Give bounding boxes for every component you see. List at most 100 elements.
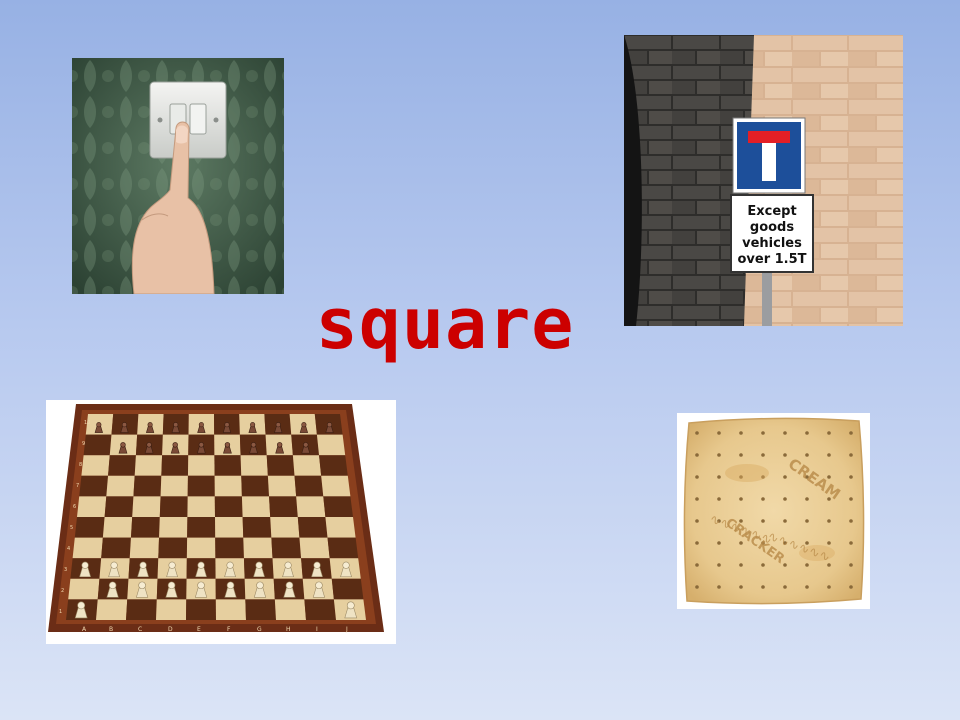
cracker-hole xyxy=(739,497,743,501)
file-label: G xyxy=(257,626,262,633)
cream-cracker-photo: CREAM ∿∿∿∿∿∿ ∿∿∿∿∿∿ CRACKER xyxy=(677,413,870,609)
chessboard-square xyxy=(267,475,297,497)
cracker-hole xyxy=(827,453,831,457)
cracker-hole xyxy=(695,563,699,567)
cracker-hole xyxy=(849,563,853,567)
cracker-hole xyxy=(827,563,831,567)
chessboard-square xyxy=(104,496,134,517)
cracker-hole xyxy=(739,585,743,589)
cracker-hole xyxy=(783,431,787,435)
sign-line-4: over 1.5T xyxy=(737,252,806,267)
chessboard-square xyxy=(214,496,243,517)
cracker-hole xyxy=(717,497,721,501)
chessboard-square xyxy=(106,475,135,497)
sign-line-1: Except xyxy=(747,204,796,219)
chessboard-square xyxy=(187,475,215,497)
chessboard-square xyxy=(321,475,351,497)
cracker-hole xyxy=(783,453,787,457)
cracker-hole xyxy=(849,497,853,501)
cracker-hole xyxy=(761,585,765,589)
cracker-hole xyxy=(783,585,787,589)
chessboard-square xyxy=(186,537,216,559)
cracker-hole xyxy=(739,563,743,567)
cracker-hole xyxy=(827,431,831,435)
cracker-hole xyxy=(761,563,765,567)
cracker-hole xyxy=(805,497,809,501)
chessboard-square xyxy=(81,455,110,476)
rank-label: 8 xyxy=(79,462,82,468)
chessboard-square xyxy=(331,578,364,600)
cracker-hole xyxy=(849,475,853,479)
cracker-hole xyxy=(849,519,853,523)
cracker-hole xyxy=(695,475,699,479)
slide-title: square xyxy=(315,283,575,365)
chessboard-square xyxy=(132,496,161,517)
chessboard-square xyxy=(187,455,215,476)
cracker-hole xyxy=(849,541,853,545)
chessboard-square xyxy=(297,517,328,538)
cracker-hole xyxy=(783,497,787,501)
chessboard-square xyxy=(242,517,272,538)
chessboard-photo: A B C D E F G H I J 10 9 8 7 6 5 4 3 2 1 xyxy=(46,400,396,644)
rank-label: 1 xyxy=(59,609,62,615)
chessboard-square xyxy=(316,434,346,456)
cracker-hole xyxy=(827,541,831,545)
chessboard-square xyxy=(269,496,298,517)
cracker-hole xyxy=(783,519,787,523)
chessboard-square xyxy=(215,517,244,538)
chessboard-square xyxy=(274,599,306,620)
chessboard-square xyxy=(102,517,133,538)
chessboard-square xyxy=(68,578,100,600)
chessboard-square xyxy=(83,434,112,456)
cracker-hole xyxy=(805,453,809,457)
chessboard-square xyxy=(323,496,353,517)
cracker-hole xyxy=(717,563,721,567)
cracker-hole xyxy=(761,453,765,457)
light-switch-photo xyxy=(72,58,284,294)
rank-label: 10 xyxy=(84,420,90,426)
chessboard-square xyxy=(156,599,187,620)
rank-label: 3 xyxy=(64,567,67,573)
cracker-hole xyxy=(695,497,699,501)
chessboard-square xyxy=(108,455,136,476)
chessboard-square xyxy=(130,517,160,538)
rank-label: 5 xyxy=(70,525,73,531)
sign-line-3: vehicles xyxy=(742,236,802,251)
cracker-hole xyxy=(717,453,721,457)
cracker-hole xyxy=(805,585,809,589)
cracker-hole xyxy=(827,585,831,589)
chessboard-square xyxy=(158,537,188,559)
chessboard-square xyxy=(266,455,295,476)
chessboard-square xyxy=(129,537,160,559)
chessboard-square xyxy=(296,496,326,517)
cracker-hole xyxy=(717,431,721,435)
rank-label: 9 xyxy=(82,441,85,447)
chessboard-square xyxy=(241,496,271,517)
chessboard-square xyxy=(187,517,216,538)
sign-line-2: goods xyxy=(750,220,794,235)
chessboard-square xyxy=(159,496,188,517)
cracker-hole xyxy=(783,475,787,479)
file-label: B xyxy=(109,626,113,633)
cracker-hole xyxy=(849,453,853,457)
cracker-hole xyxy=(739,453,743,457)
chessboard-square xyxy=(270,517,300,538)
chessboard-square xyxy=(187,496,215,517)
cracker-hole xyxy=(695,541,699,545)
file-label: I xyxy=(316,626,318,633)
chessboard-square xyxy=(245,599,276,620)
chessboard-square xyxy=(134,455,163,476)
chessboard-square xyxy=(79,475,109,497)
chessboard-square xyxy=(325,517,356,538)
chessboard-square xyxy=(215,599,246,620)
file-label: H xyxy=(286,626,291,633)
road-sign-photo: Except goods vehicles over 1.5T xyxy=(624,35,903,326)
rank-label: 6 xyxy=(73,504,76,510)
cracker-hole xyxy=(849,585,853,589)
chessboard-square xyxy=(319,455,348,476)
cracker-hole xyxy=(805,431,809,435)
chessboard-square xyxy=(271,537,302,559)
chessboard-square xyxy=(215,537,244,559)
chessboard-square xyxy=(327,537,359,559)
chessboard-square xyxy=(243,537,273,559)
